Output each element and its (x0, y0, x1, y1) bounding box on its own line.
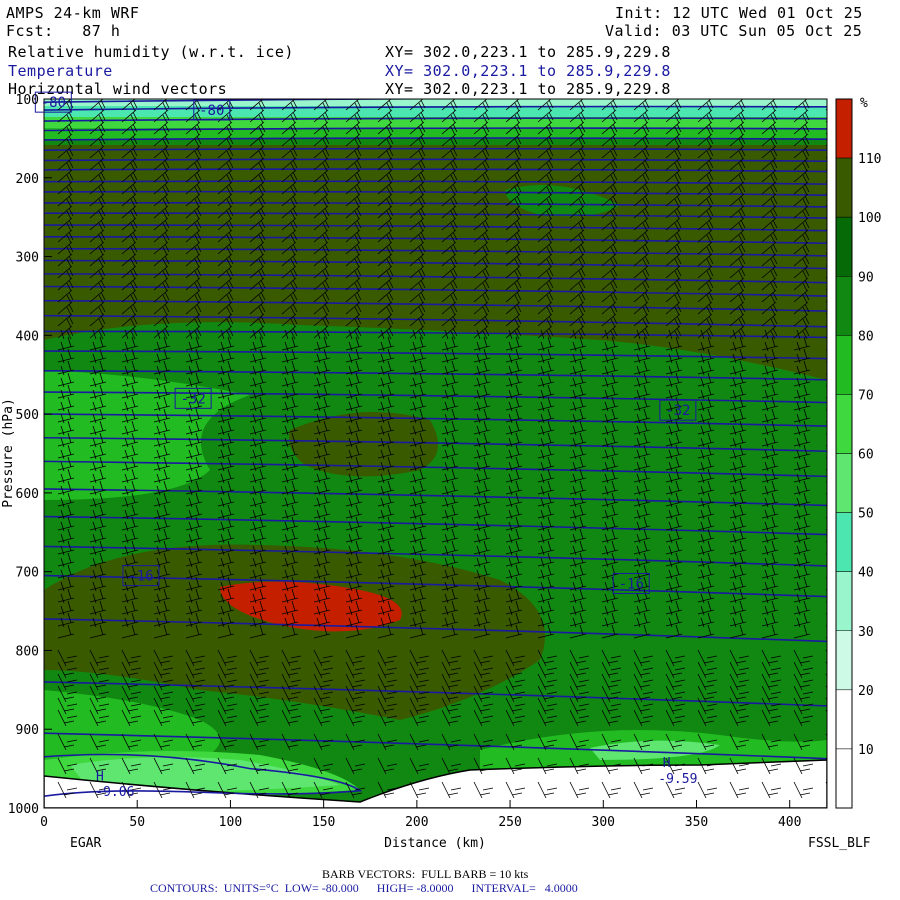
y-tick-label: 700 (16, 566, 39, 581)
y-tick-label: 100 (16, 93, 39, 108)
y-tick-label: 800 (16, 644, 39, 659)
colorbar-swatch (835, 394, 853, 454)
isotherm-label: -32 (180, 391, 205, 407)
y-tick-label: 1000 (8, 802, 39, 817)
colorbar-level-label: 110 (858, 152, 881, 167)
contour-legend: CONTOURS: UNITS=°C LOW= -80.000 HIGH= -8… (150, 881, 578, 895)
x-tick-label: 150 (312, 815, 335, 830)
colorbar-level-label: 20 (858, 684, 874, 699)
colorbar-level-label: 40 (858, 566, 874, 581)
colorbar-swatch (835, 157, 853, 218)
colorbar-swatch (835, 571, 853, 632)
colorbar-swatch (835, 512, 853, 572)
x-tick-label: 50 (129, 815, 145, 830)
x-tick-label: 250 (498, 815, 521, 830)
colorbar-swatch (835, 276, 853, 336)
colorbar-level-label: 90 (858, 270, 874, 285)
extremum-label: -9.06 (95, 785, 134, 800)
isotherm-label: -32 (665, 403, 690, 419)
y-tick-label: 600 (16, 487, 39, 502)
y-tick-label: 400 (16, 329, 39, 344)
extremum-label: -9.59 (658, 772, 697, 787)
colorbar-swatch (835, 630, 853, 691)
endpoint-left: EGAR (70, 836, 101, 851)
colorbar-swatch (835, 453, 853, 513)
x-tick-label: 200 (405, 815, 428, 830)
colorbar-swatch (835, 216, 853, 277)
y-tick-label: 500 (16, 408, 39, 423)
colorbar-level-label: 100 (858, 211, 881, 226)
colorbar-level-label: 50 (858, 507, 874, 522)
y-tick-label: 200 (16, 172, 39, 187)
colorbar-swatch (835, 335, 853, 395)
x-tick-label: 100 (219, 815, 242, 830)
y-axis-label: Pressure (hPa) (1, 398, 16, 508)
barb-legend: BARB VECTORS: FULL BARB = 10 kts (322, 867, 529, 881)
isotherm-label: -16 (128, 569, 153, 585)
x-tick-label: 350 (685, 815, 708, 830)
x-tick-label: 0 (40, 815, 48, 830)
colorbar-level-label: 60 (858, 448, 874, 463)
colorbar-swatch (835, 748, 853, 809)
colorbar-level-label: 30 (858, 625, 874, 640)
colorbar-level-label: 10 (858, 743, 874, 758)
colorbar-unit: % (860, 96, 868, 111)
colorbar-level-label: 80 (858, 329, 874, 344)
isotherm-label: -80 (41, 95, 66, 111)
y-tick-label: 300 (16, 251, 39, 266)
isotherm-label: -16 (619, 576, 644, 592)
colorbar-swatch (835, 689, 853, 750)
x-tick-label: 300 (592, 815, 615, 830)
extremum-label: H (663, 756, 671, 771)
colorbar: 10 20 30 40 50 60 70 80 90 100 110% (835, 96, 881, 809)
cross-section-chart: -80 -80-32-32-16 -16 H-9.06H-9.59 0 50 100 15… (1, 91, 881, 851)
isotherm-label: -80 (199, 103, 224, 119)
colorbar-swatch (835, 98, 853, 159)
y-tick-label: 900 (16, 723, 39, 738)
colorbar-level-label: 70 (858, 388, 874, 403)
x-axis-label: Distance (km) (384, 836, 486, 851)
x-tick-label: 400 (778, 815, 801, 830)
extremum-label: H (96, 769, 104, 784)
endpoint-right: FSSL_BLF (808, 836, 871, 851)
